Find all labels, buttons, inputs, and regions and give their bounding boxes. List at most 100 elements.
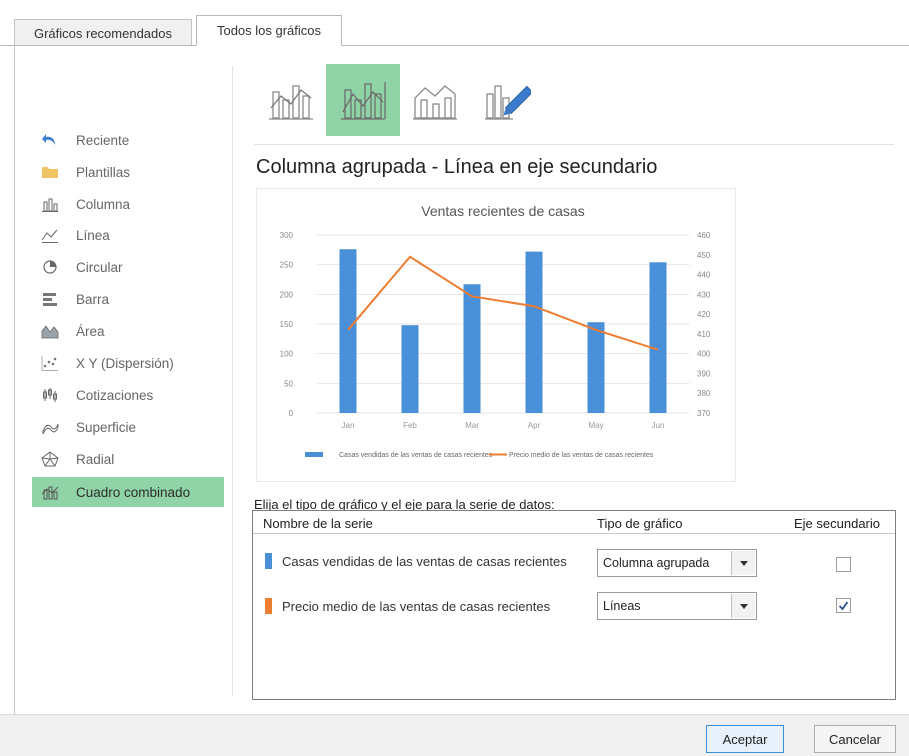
line-series bbox=[347, 255, 659, 351]
combo-custom-icon bbox=[485, 85, 531, 120]
sidebar-item-combo-chart[interactable]: Cuadro combinado bbox=[32, 477, 224, 507]
y2-tick-label: 430 bbox=[697, 290, 711, 299]
dropdown-arrow-icon[interactable] bbox=[731, 594, 755, 618]
cancel-button[interactable]: Cancelar bbox=[814, 725, 896, 753]
sidebar-item-scatter-chart[interactable]: X Y (Dispersión) bbox=[32, 348, 224, 378]
y-tick-label: 100 bbox=[280, 350, 294, 359]
chart-preview: Ventas recientes de casas 0 50 100 150 200 250… bbox=[256, 188, 736, 482]
sidebar-item-undo-arrow[interactable]: Reciente bbox=[32, 125, 224, 155]
sidebar-item-label: Área bbox=[76, 323, 105, 339]
tab-recommended-charts[interactable]: Gráficos recomendados bbox=[14, 19, 192, 46]
radar-chart-icon bbox=[38, 449, 62, 469]
folder-icon bbox=[38, 162, 62, 182]
y2-tick-label: 440 bbox=[697, 271, 711, 280]
sidebar-item-label: X Y (Dispersión) bbox=[76, 355, 174, 371]
series-1-chart-type-select[interactable]: Columna agrupada bbox=[597, 549, 757, 577]
combo-chart: Ventas recientes de casas 0 50 100 150 200 250… bbox=[280, 203, 711, 459]
y-tick-label: 150 bbox=[280, 320, 294, 329]
legend-label-column: Casas vendidas de las ventas de casas re… bbox=[339, 452, 493, 459]
x-tick-label: Jun bbox=[652, 421, 665, 430]
tab-all-charts[interactable]: Todos los gráficos bbox=[196, 15, 342, 46]
y2-tick-label: 410 bbox=[697, 330, 711, 339]
y2-tick-label: 390 bbox=[697, 369, 711, 378]
horizontal-divider bbox=[254, 144, 894, 145]
sidebar-item-label: Barra bbox=[76, 291, 110, 307]
sidebar-item-bar-chart[interactable]: Barra bbox=[32, 284, 224, 314]
checkmark-icon bbox=[838, 601, 849, 611]
series-grid: Nombre de la serie Tipo de gráfico Eje s… bbox=[252, 510, 896, 700]
bar bbox=[339, 249, 357, 413]
dropdown-arrow-icon[interactable] bbox=[731, 551, 755, 575]
sidebar-item-surface-chart[interactable]: Superficie bbox=[32, 412, 224, 442]
series-2-chart-type-value: Líneas bbox=[603, 599, 641, 613]
series-1-chart-type-value: Columna agrupada bbox=[603, 556, 710, 570]
sidebar-item-label: Superficie bbox=[76, 419, 137, 435]
bar bbox=[463, 284, 481, 413]
sidebar-item-folder[interactable]: Plantillas bbox=[32, 157, 224, 187]
surface-chart-icon bbox=[38, 417, 62, 437]
sidebar-item-label: Cuadro combinado bbox=[76, 484, 191, 500]
sidebar-item-area-chart[interactable]: Área bbox=[32, 316, 224, 346]
legend-label-line: Precio medio de las ventas de casas reci… bbox=[509, 452, 654, 459]
sidebar-item-label: Radial bbox=[76, 451, 115, 467]
dialog-footer: Aceptar Cancelar bbox=[0, 714, 909, 756]
y-tick-label: 250 bbox=[280, 261, 294, 270]
vertical-divider bbox=[232, 66, 233, 696]
bar bbox=[525, 251, 543, 413]
combo-area-column-icon bbox=[413, 85, 457, 120]
bar bbox=[401, 325, 419, 413]
combo-column-line-secondary-icon bbox=[341, 82, 386, 120]
y2-tick-label: 400 bbox=[697, 350, 711, 359]
y2-tick-label: 450 bbox=[697, 251, 711, 260]
y-tick-label: 0 bbox=[289, 409, 294, 418]
sidebar-item-line-chart[interactable]: Línea bbox=[32, 220, 224, 250]
sidebar-item-stock-chart[interactable]: Cotizaciones bbox=[32, 380, 224, 410]
y2-tick-label: 380 bbox=[697, 389, 711, 398]
series-1-secondary-checkbox[interactable] bbox=[836, 557, 851, 572]
header-series-name: Nombre de la serie bbox=[263, 516, 373, 531]
combo-chart-icon bbox=[38, 482, 62, 502]
scatter-chart-icon bbox=[38, 353, 62, 373]
sidebar-item-label: Circular bbox=[76, 259, 123, 275]
line-chart-icon bbox=[38, 225, 62, 245]
header-secondary-axis: Eje secundario bbox=[794, 516, 880, 531]
series-row-2-name: Precio medio de las ventas de casas reci… bbox=[265, 598, 550, 614]
x-tick-label: May bbox=[588, 421, 603, 430]
combo-type-custom[interactable] bbox=[470, 64, 544, 136]
tab-bar: Gráficos recomendados Todos los gráficos bbox=[0, 0, 909, 46]
sidebar-item-column-chart[interactable]: Columna bbox=[32, 189, 224, 219]
y2-tick-label: 370 bbox=[697, 409, 711, 418]
series-2-color-swatch bbox=[265, 598, 272, 614]
header-chart-type: Tipo de gráfico bbox=[597, 516, 683, 531]
y-tick-label: 200 bbox=[280, 290, 294, 299]
sidebar-item-label: Columna bbox=[76, 196, 131, 212]
undo-arrow-icon bbox=[38, 130, 62, 150]
bar bbox=[649, 262, 667, 413]
series-1-color-swatch bbox=[265, 553, 272, 569]
sidebar-item-label: Línea bbox=[76, 227, 110, 243]
bar-chart-icon bbox=[38, 289, 62, 309]
sidebar-item-label: Plantillas bbox=[76, 164, 131, 180]
combo-type-column-line-secondary[interactable] bbox=[326, 64, 400, 136]
series-2-secondary-checkbox[interactable] bbox=[836, 598, 851, 613]
legend-swatch-column bbox=[305, 452, 323, 457]
combo-type-column-line[interactable] bbox=[254, 64, 328, 136]
pie-chart-icon bbox=[38, 257, 62, 277]
series-2-chart-type-select[interactable]: Líneas bbox=[597, 592, 757, 620]
series-row-1-name: Casas vendidas de las ventas de casas re… bbox=[265, 553, 567, 569]
y-tick-label: 300 bbox=[280, 231, 294, 240]
chart-title: Ventas recientes de casas bbox=[421, 203, 584, 219]
chart-type-title: Columna agrupada - Línea en eje secundar… bbox=[256, 156, 658, 178]
area-chart-icon bbox=[38, 321, 62, 341]
sidebar-item-radar-chart[interactable]: Radial bbox=[32, 444, 224, 474]
series-2-label: Precio medio de las ventas de casas reci… bbox=[282, 598, 551, 614]
grid-header-line bbox=[253, 533, 895, 534]
sidebar-item-pie-chart[interactable]: Circular bbox=[32, 252, 224, 282]
ok-button[interactable]: Aceptar bbox=[706, 725, 784, 753]
stock-chart-icon bbox=[38, 385, 62, 405]
sidebar-item-label: Reciente bbox=[76, 132, 130, 148]
x-tick-label: Jan bbox=[342, 421, 355, 430]
combo-column-line-icon bbox=[269, 85, 313, 120]
series-1-label: Casas vendidas de las ventas de casas re… bbox=[282, 553, 567, 569]
combo-type-area-column[interactable] bbox=[398, 64, 472, 136]
